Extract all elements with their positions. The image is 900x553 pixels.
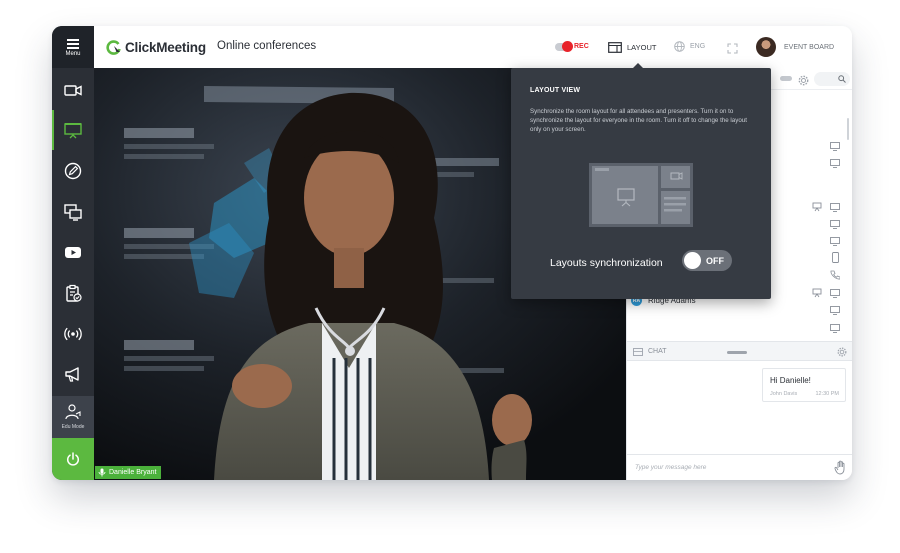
youtube-icon (65, 247, 81, 258)
monitor-icon (830, 159, 840, 168)
sidebar-item-tests[interactable] (52, 273, 94, 313)
chat-resize-handle[interactable] (727, 351, 747, 354)
edu-mode-label: Edu Mode (61, 424, 85, 430)
app-window: Menu Edu Mode ClickMeeting Online confer… (52, 26, 852, 480)
popover-title: LAYOUT VIEW (530, 87, 581, 94)
chat-panel-icon (633, 348, 643, 356)
raise-hand-icon[interactable] (834, 460, 848, 475)
presenter-name: Danielle Bryant (109, 469, 157, 476)
power-icon (66, 452, 80, 466)
layout-button[interactable]: LAYOUT (608, 39, 656, 55)
chat-message-author: John Davis (770, 391, 798, 397)
chat-message-time: 12:30 PM (815, 391, 839, 397)
edu-mode-icon (65, 404, 81, 420)
menu-label: Menu (65, 51, 81, 57)
sidebar-item-broadcast[interactable] (52, 314, 94, 354)
layout-label: LAYOUT (627, 42, 657, 52)
whiteboard-pen-icon (64, 162, 82, 180)
record-label: REC (574, 43, 589, 50)
clickmeeting-logo-icon (106, 40, 121, 55)
gear-icon[interactable] (837, 347, 847, 357)
attendees-settings-button[interactable] (798, 73, 809, 91)
toggle-knob (684, 252, 701, 269)
monitor-icon (830, 306, 840, 315)
language-label: ENG (690, 43, 706, 50)
megaphone-icon (65, 367, 79, 382)
chat-label: CHAT (648, 348, 667, 355)
chat-input[interactable]: Type your message here (627, 454, 852, 480)
sidebar-item-whiteboard[interactable] (52, 151, 94, 191)
camera-icon (64, 85, 82, 96)
attendee-search[interactable] (814, 72, 850, 86)
edu-mode-button[interactable]: Edu Mode (52, 396, 94, 438)
gear-icon (798, 75, 809, 86)
layouts-sync-toggle[interactable]: OFF (682, 250, 732, 271)
avatar[interactable] (756, 37, 776, 57)
globe-icon (674, 41, 685, 52)
sidebar-item-youtube[interactable] (52, 232, 94, 272)
top-bar: ClickMeeting Online conferences REC LAYO… (94, 26, 852, 68)
monitor-icon (830, 324, 840, 333)
toggle-state: OFF (706, 256, 724, 266)
chat-input-placeholder: Type your message here (635, 464, 707, 471)
layout-illustration-icon (589, 163, 693, 227)
sidebar-item-presentation[interactable] (52, 110, 94, 150)
sidebar-item-camera[interactable] (52, 70, 94, 110)
chat-message-text: Hi Danielle! (770, 376, 811, 385)
search-icon (838, 75, 846, 83)
chat-header[interactable]: CHAT (627, 341, 852, 361)
attendees-toggle[interactable] (780, 76, 792, 81)
microphone-icon (98, 468, 106, 477)
monitor-icon (830, 203, 840, 212)
event-board-link[interactable]: EVENT BOARD (784, 44, 834, 51)
layouts-sync-label: Layouts synchronization (550, 257, 663, 269)
popover-caret (633, 63, 643, 68)
phone-icon (830, 270, 840, 280)
fullscreen-button[interactable] (727, 41, 738, 59)
menu-button[interactable]: Menu (52, 26, 94, 68)
layout-popover: LAYOUT VIEW Synchronize the room layout … (511, 63, 771, 299)
popover-description: Synchronize the room layout for all atte… (530, 108, 747, 133)
record-toggle[interactable] (555, 41, 573, 52)
leave-button[interactable] (52, 438, 94, 480)
monitor-icon (830, 289, 840, 298)
clipboard-check-icon (66, 284, 82, 302)
layout-icon (608, 41, 622, 53)
monitor-icon (830, 237, 840, 246)
chat-message: Hi Danielle! John Davis 12:30 PM (762, 368, 846, 402)
presentation-icon (64, 123, 82, 139)
language-selector[interactable]: ENG (674, 41, 705, 52)
sidebar: Menu Edu Mode (52, 26, 94, 480)
screen-share-icon (64, 204, 82, 221)
sidebar-item-announcements[interactable] (52, 354, 94, 394)
fullscreen-icon (727, 43, 738, 54)
attendees-scrollbar[interactable] (847, 118, 849, 140)
presenter-badge-icon (812, 288, 822, 298)
brand-logo: ClickMeeting (106, 38, 206, 56)
sidebar-item-screen-share[interactable] (52, 192, 94, 232)
conference-title: Online conferences (217, 40, 317, 52)
monitor-icon (830, 142, 840, 151)
presenter-name-badge: Danielle Bryant (95, 466, 162, 479)
hamburger-icon (67, 39, 79, 51)
broadcast-icon (64, 327, 82, 341)
mobile-icon (832, 252, 839, 263)
brand-name: ClickMeeting (125, 39, 206, 55)
presenter-badge-icon (812, 202, 822, 212)
monitor-icon (830, 220, 840, 229)
